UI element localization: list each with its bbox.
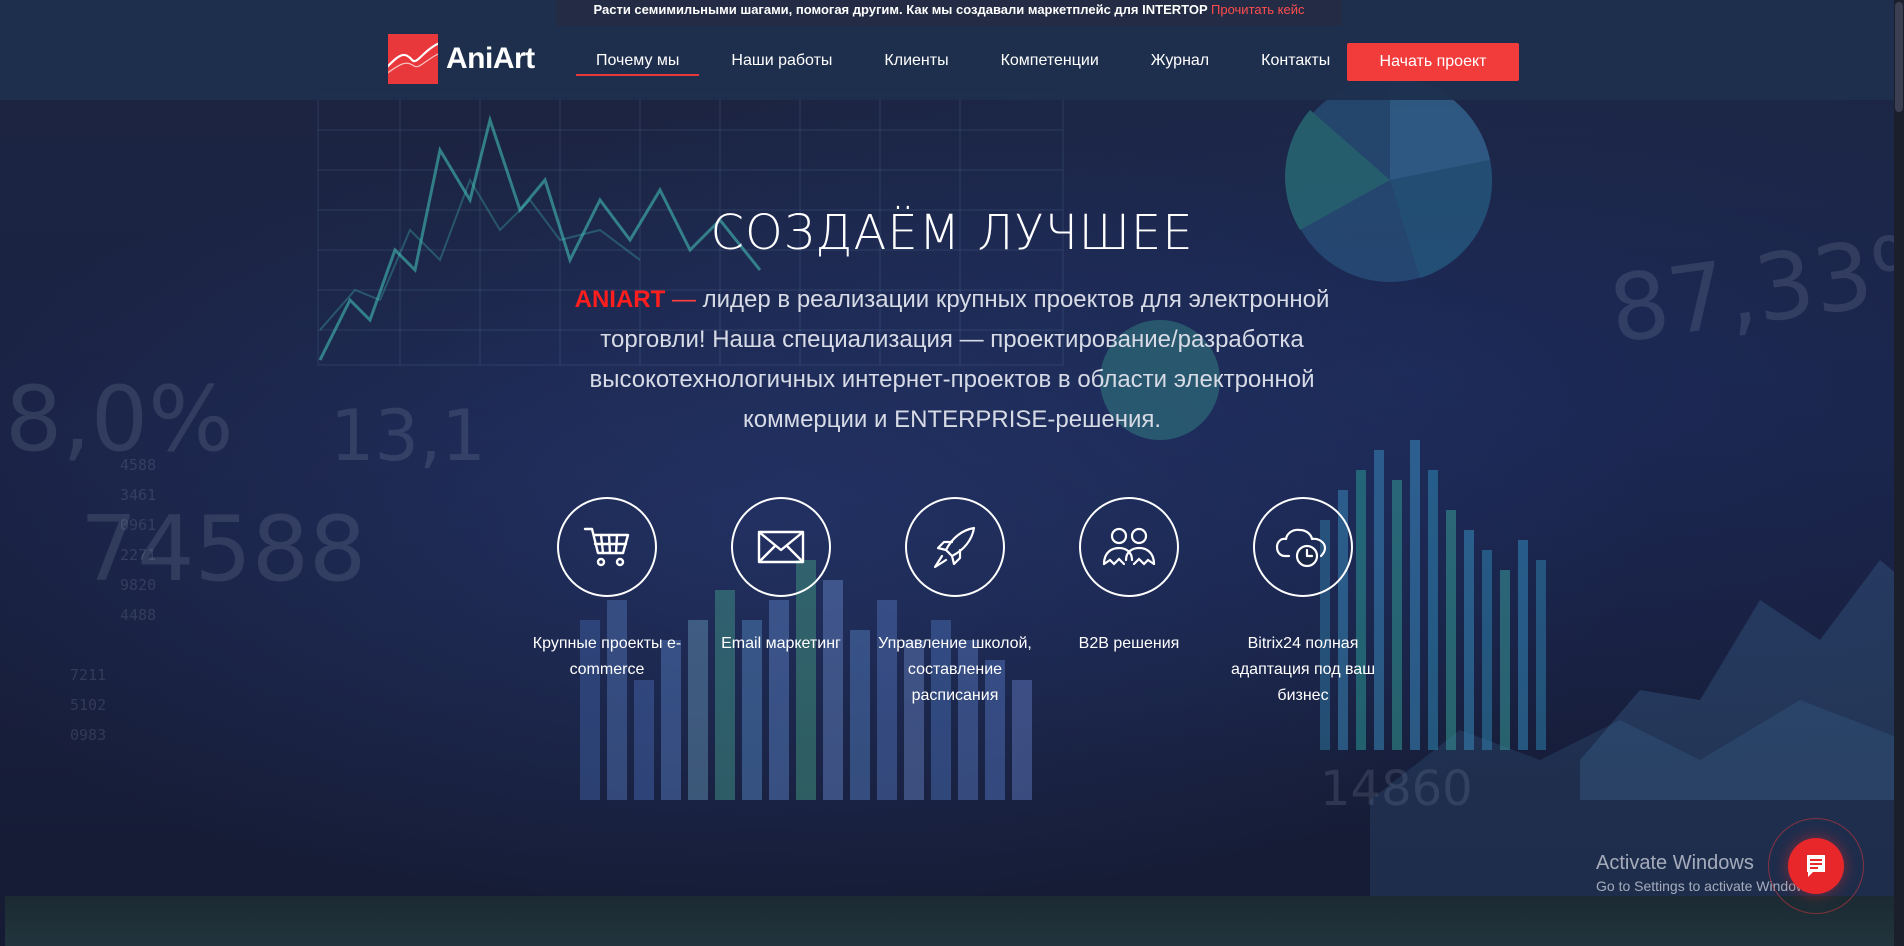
message-icon (1807, 855, 1825, 877)
announcement-text: Расти семимильными шагами, помогая други… (593, 2, 1208, 17)
rocket-icon (933, 526, 976, 569)
feature-email-marketing[interactable]: Email маркетинг (694, 497, 868, 709)
start-project-button[interactable]: Начать проект (1347, 43, 1519, 81)
svg-text:4488: 4488 (120, 606, 156, 624)
read-case-link[interactable]: Прочитать кейс (1211, 2, 1304, 17)
site-header: Расти семимильными шагами, помогая други… (0, 0, 1904, 100)
logo[interactable]: AniArt (388, 34, 535, 84)
feature-ecommerce[interactable]: Крупные проекты e-commerce (520, 497, 694, 709)
scrollbar-thumb[interactable] (1895, 2, 1903, 112)
svg-text:8,0%: 8,0% (5, 367, 234, 472)
nav-item-contacts[interactable]: Контакты (1241, 50, 1350, 76)
main-nav: Почему мы Наши работы Клиенты Компетенци… (576, 50, 1350, 76)
svg-text:74588: 74588 (80, 497, 366, 602)
logo-text: AniArt (446, 42, 535, 75)
feature-school-management[interactable]: Управление школой, составление расписани… (868, 497, 1042, 709)
feature-label: Bitrix24 полная адаптация под ваш бизнес (1230, 635, 1376, 704)
hero-title: СОЗДАЁМ ЛУЧШЕЕ (710, 205, 1194, 261)
feature-b2b[interactable]: B2B решения (1042, 497, 1216, 709)
nav-item-why-us[interactable]: Почему мы (576, 50, 700, 76)
feature-label: Крупные проекты e-commerce (532, 635, 682, 678)
shopping-cart-icon (583, 527, 630, 567)
nav-item-competencies[interactable]: Компетенции (981, 50, 1119, 76)
svg-text:0983: 0983 (70, 726, 106, 744)
svg-text:7211: 7211 (70, 666, 106, 684)
nav-item-our-works[interactable]: Наши работы (711, 50, 852, 76)
feature-circle (1253, 497, 1353, 597)
feature-bitrix24[interactable]: Bitrix24 полная адаптация под ваш бизнес (1216, 497, 1390, 709)
nav-item-clients[interactable]: Клиенты (864, 50, 968, 76)
users-group-icon (1102, 527, 1156, 566)
page-scrollbar[interactable] (1894, 0, 1904, 946)
hero-description: ANIART — лидер в реализации крупных прое… (570, 280, 1334, 440)
page: 4588 3461 0961 2271 9820 4488 7211 5102 0983 8… (0, 0, 1904, 946)
chat-button[interactable] (1788, 838, 1844, 894)
feature-circle (905, 497, 1005, 597)
svg-text:5102: 5102 (70, 696, 106, 714)
background-financial-graphics: 458834610961 227198204488 721151020983 8… (5, 78, 1904, 900)
feature-label: B2B решения (1078, 635, 1180, 652)
features-row: Крупные проекты e-commerce Email маркети… (520, 497, 1390, 709)
feature-label: Email маркетинг (721, 635, 841, 652)
logo-mark-icon (388, 34, 438, 84)
announcement-bar: Расти семимильными шагами, помогая други… (556, 0, 1342, 26)
feature-circle (731, 497, 831, 597)
feature-circle (557, 497, 657, 597)
envelope-icon (757, 530, 805, 564)
feature-label: Управление школой, составление расписани… (878, 635, 1032, 704)
cloud-clock-icon (1275, 528, 1327, 568)
brand-name: ANIART (574, 286, 666, 313)
feature-circle (1079, 497, 1179, 597)
brand-dash: — (665, 286, 703, 313)
svg-text:13,1: 13,1 (330, 395, 486, 477)
next-section-preview (5, 896, 1899, 946)
nav-item-journal[interactable]: Журнал (1131, 50, 1229, 76)
